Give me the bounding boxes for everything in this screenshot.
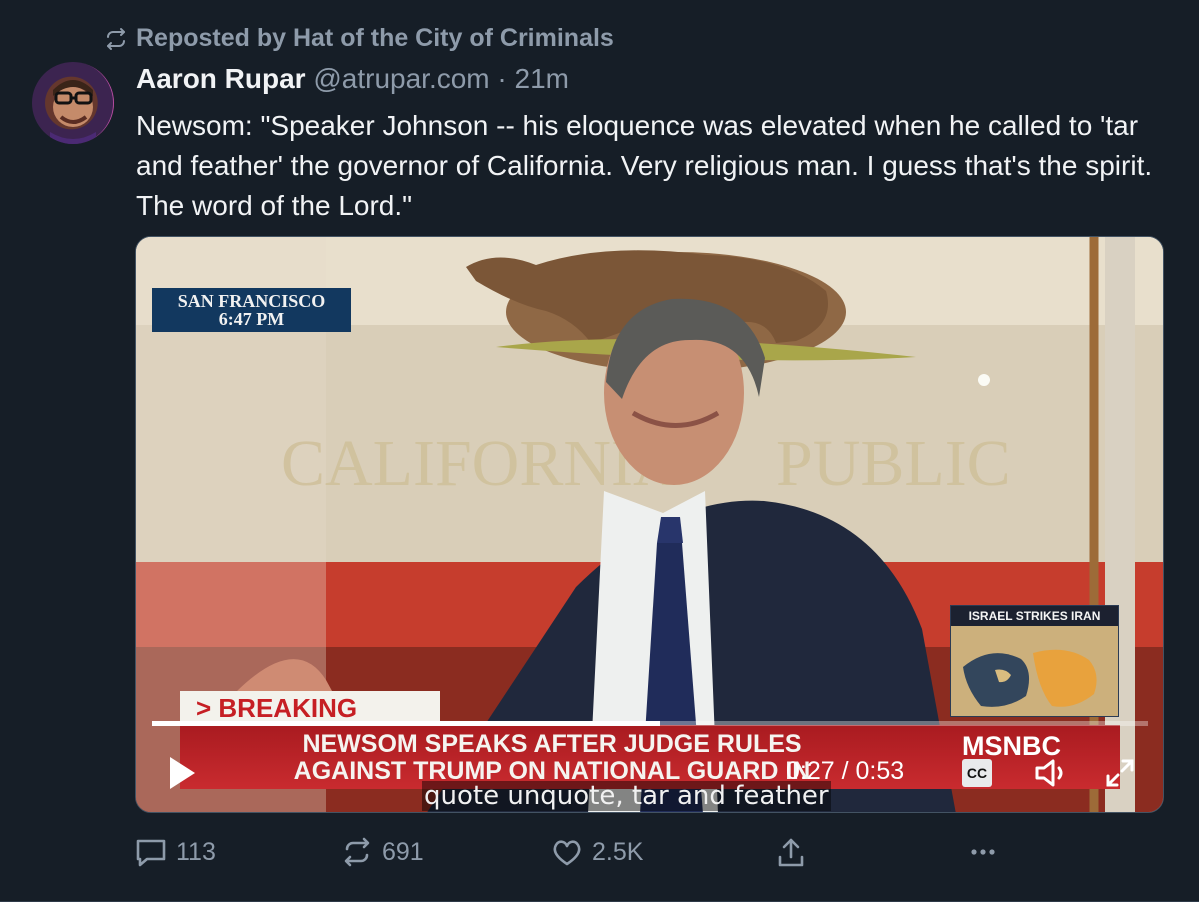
header-separator: · (497, 63, 507, 94)
repost-indicator[interactable]: Reposted by Hat of the City of Criminals (104, 24, 614, 53)
more-icon (971, 849, 995, 855)
clock-text: 6:47 PM (218, 309, 285, 329)
volume-button[interactable] (1030, 753, 1070, 793)
volume-icon (1035, 759, 1055, 787)
video-progress-bar[interactable] (152, 721, 1148, 726)
reply-icon (136, 839, 166, 867)
news-map: ISRAEL STRIKES IRAN (950, 605, 1119, 717)
repost-label: Reposted by Hat of the City of Criminals (136, 24, 614, 52)
post-text: Newsom: "Speaker Johnson -- his eloquenc… (136, 110, 1153, 221)
post-time[interactable]: 21m (515, 63, 569, 94)
video-progress-fill (152, 721, 660, 726)
post-actions: 113 691 2.5K (134, 830, 1014, 874)
captions-button[interactable]: CC (962, 759, 992, 787)
author-avatar[interactable] (32, 62, 114, 144)
avatar-image (50, 80, 96, 144)
svg-text:PUBLIC: PUBLIC (776, 427, 1011, 500)
share-icon (778, 838, 804, 867)
repost-icon (344, 837, 370, 867)
post: Reposted by Hat of the City of Criminals… (0, 0, 1199, 902)
post-header: Aaron Rupar @atrupar.com · 21m (136, 60, 569, 98)
play-icon (170, 757, 195, 789)
fullscreen-button[interactable] (1102, 755, 1138, 791)
play-button[interactable] (164, 753, 200, 793)
duration: 0:53 (855, 757, 905, 785)
share-button[interactable] (774, 830, 808, 874)
fullscreen-icon (1106, 759, 1134, 787)
reply-count: 113 (176, 837, 216, 866)
location-text: SAN FRANCISCO (177, 291, 326, 311)
video-player[interactable]: CALIFORNIA PUBLIC SAN FRANCISCO 6:47 PM … (135, 236, 1164, 813)
location-caption: SAN FRANCISCO 6:47 PM (152, 288, 351, 332)
author-handle[interactable]: @atrupar.com (313, 63, 489, 94)
repost-count: 691 (382, 837, 424, 866)
like-count: 2.5K (592, 837, 644, 866)
repost-button[interactable]: 691 (340, 830, 424, 874)
breaking-news-banner: > BREAKING NEWS (180, 691, 440, 757)
map-graphic (951, 626, 1118, 716)
time-separator: / (841, 757, 849, 785)
heart-icon (553, 840, 581, 866)
video-subtitle: quote unquote, tar and feather (422, 781, 831, 811)
map-title: ISRAEL STRIKES IRAN (951, 606, 1118, 626)
like-button[interactable]: 2.5K (550, 830, 643, 874)
author-name[interactable]: Aaron Rupar (136, 63, 306, 94)
more-options-button[interactable] (966, 830, 1000, 874)
repost-icon (107, 27, 125, 50)
reply-button[interactable]: 113 (134, 830, 216, 874)
